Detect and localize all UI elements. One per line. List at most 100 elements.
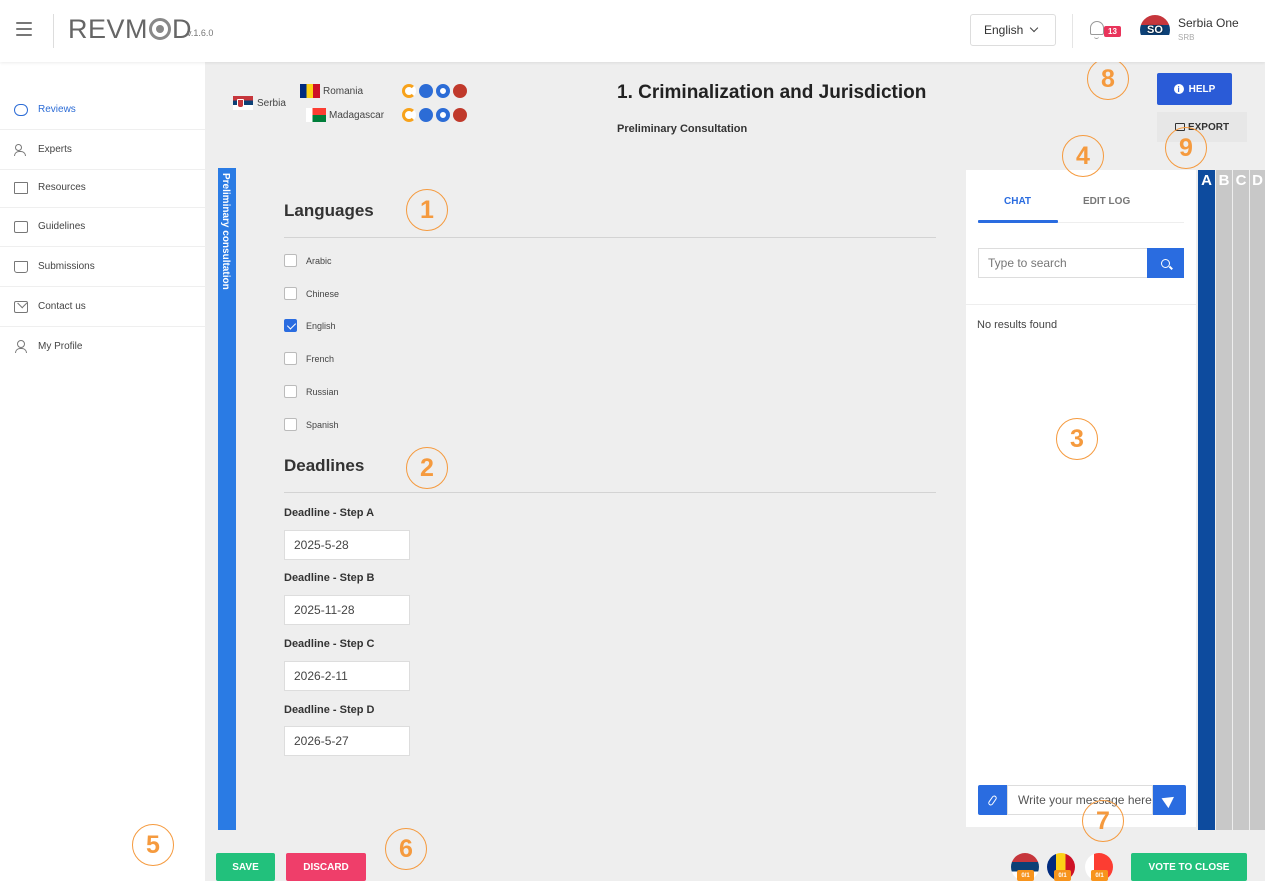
deadline-label: Deadline - Step B [284,572,375,584]
checkbox-checked[interactable] [284,319,297,332]
vote-count-badge: 0/1 [1054,870,1071,881]
sidebar-item-submissions[interactable]: Submissions [0,247,205,287]
vertical-tab-label: Preliminary consultation [220,173,231,290]
divider [284,492,936,493]
vertical-tab-preliminary-consultation[interactable]: Preliminary consultation [218,168,236,830]
annotation-marker: 9 [1165,127,1207,169]
reviewer-country-name: Madagascar [329,109,385,121]
user-name[interactable]: Serbia One [1178,16,1239,30]
search-button[interactable] [1147,248,1184,278]
checkbox-russian[interactable]: Russian [284,385,339,398]
checkbox[interactable] [284,418,297,431]
step-column-b[interactable]: B [1216,170,1232,830]
help-button[interactable]: i HELP [1157,73,1232,105]
annotation-marker: 7 [1082,800,1124,842]
top-bar: REVM D v.1.6.0 English 13 SO Serbia One S… [0,0,1265,62]
checkbox[interactable] [284,385,297,398]
checkbox-french[interactable]: French [284,352,334,365]
sidebar-item-label: Submissions [38,261,95,272]
inbox-icon [14,260,28,273]
reviewer-country-name: Romania [323,85,364,97]
users-icon [14,143,28,156]
person-status-icon [419,108,433,122]
reviewer-status-icons [402,84,467,98]
menu-icon[interactable] [16,22,32,36]
user-avatar[interactable]: SO [1140,15,1170,45]
checkbox[interactable] [284,254,297,267]
user-country-code: SRB [1178,33,1195,42]
checkbox-label: French [306,353,335,364]
deadline-step-d-input[interactable]: 2026-5-27 [284,726,410,756]
checkbox-english[interactable]: English [284,319,336,332]
app-logo[interactable]: REVM D [68,14,192,45]
divider [284,237,936,238]
circle-status-icon [436,84,450,98]
sidebar-item-my-profile[interactable]: My Profile [0,326,205,366]
language-select-value: English [984,23,1024,37]
sidebar-item-contact-us[interactable]: Contact us [0,287,205,327]
checkbox-label: Arabic [306,255,332,266]
sidebar-item-label: Reviews [38,104,76,115]
deadline-label: Deadline - Step D [284,704,375,716]
mail-icon [14,300,28,313]
document-status-icon [453,84,467,98]
step-column-a[interactable]: A [1198,170,1215,830]
languages-title: Languages [284,201,374,220]
checkbox-chinese[interactable]: Chinese [284,287,339,300]
circle-status-icon [436,108,450,122]
search-icon [1161,258,1170,268]
sidebar-item-label: Experts [38,144,72,155]
sidebar-item-guidelines[interactable]: Guidelines [0,207,205,247]
checkbox-label: English [306,320,336,331]
tab-chat[interactable]: CHAT [1004,196,1031,207]
deadline-step-a-input[interactable]: 2025-5-28 [284,530,410,560]
checkbox[interactable] [284,352,297,365]
page-title: 1. Criminalization and Jurisdiction [617,82,927,103]
step-column-c[interactable]: C [1233,170,1249,830]
person-icon [14,340,28,353]
send-button[interactable] [1153,785,1186,815]
bell-icon[interactable] [1090,21,1104,39]
message-input[interactable]: Write your message here [1007,785,1153,815]
step-column-d[interactable]: D [1250,170,1265,830]
annotation-marker: 6 [385,828,427,870]
deadline-label: Deadline - Step C [284,638,375,650]
attach-button[interactable] [978,785,1007,815]
reviewed-country-name: Serbia [257,97,286,109]
checkbox-label: Spanish [306,419,339,430]
sidebar-item-experts[interactable]: Experts [0,130,205,170]
sidebar-item-label: Contact us [38,301,86,312]
deadline-step-c-input[interactable]: 2026-2-11 [284,661,410,691]
checkbox[interactable] [284,287,297,300]
annotation-marker: 4 [1062,135,1104,177]
annotation-marker: 8 [1087,58,1129,100]
sidebar-item-resources[interactable]: Resources [0,168,205,208]
checkbox-arabic[interactable]: Arabic [284,254,332,267]
madagascar-flag-icon [306,108,326,122]
reviewer-country: Madagascar [306,108,384,122]
avatar-initials: SO [1147,24,1163,36]
divider [53,14,54,48]
deadline-label: Deadline - Step A [284,507,375,519]
info-icon: i [1173,84,1184,94]
serbia-flag-icon [233,96,253,110]
annotation-marker: 1 [406,189,448,231]
notification-badge: 13 [1104,26,1121,37]
sidebar-item-reviews[interactable]: Reviews [0,90,205,130]
vote-count-badge: 0/1 [1091,870,1108,881]
tab-edit-log[interactable]: EDIT LOG [1083,196,1130,207]
chat-search-input[interactable]: Type to search [978,248,1148,278]
checkbox-label: Chinese [306,288,340,299]
vote-to-close-button[interactable]: VOTE TO CLOSE [1131,853,1247,881]
document-status-icon [453,108,467,122]
sidebar-item-label: Guidelines [38,221,86,232]
reviewer-status-icons [402,108,467,122]
deadline-step-b-input[interactable]: 2025-11-28 [284,595,410,625]
annotation-marker: 5 [132,824,174,866]
romania-flag-icon [300,84,320,98]
language-select[interactable]: English [970,14,1056,46]
save-button[interactable]: SAVE [216,853,275,881]
sidebar-item-label: Resources [38,182,86,193]
checkbox-spanish[interactable]: Spanish [284,418,339,431]
discard-button[interactable]: DISCARD [286,853,366,881]
